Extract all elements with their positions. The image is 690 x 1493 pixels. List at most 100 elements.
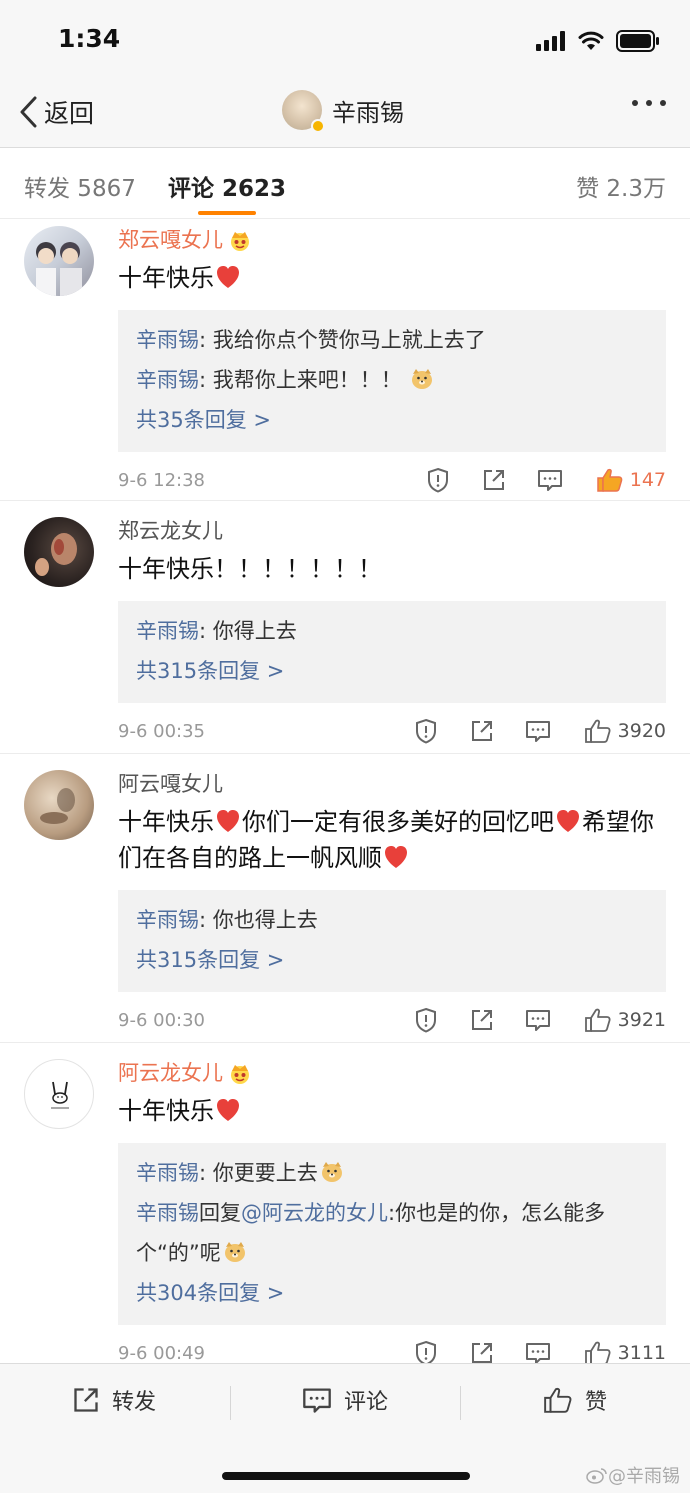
avatar-photo [36,242,82,296]
comment-label: 评论 [344,1390,389,1415]
watermark-text: @辛雨锡 [608,1466,680,1487]
comment-icon[interactable] [510,715,566,747]
report-icon[interactable] [410,464,466,496]
doge-emoji-icon [224,1242,245,1262]
tab-bar: 转发 5867 评论 2623 赞 2.3万 [0,149,690,219]
view-replies-link[interactable]: 共315条回复 > [136,651,648,691]
tab-likes[interactable]: 赞 2.3万 [576,169,666,203]
comment-text: 十年快乐 [118,1093,666,1129]
comment-icon[interactable] [510,1004,566,1036]
tab-reposts[interactable]: 转发 5867 [24,169,136,203]
heart-icon [385,845,407,868]
reply-author[interactable]: 辛雨锡 [136,1161,199,1185]
reply-text: 你更要上去 [212,1161,318,1185]
reply-author[interactable]: 辛雨锡 [136,368,199,392]
comment-item: 阿云嘎女儿 十年快乐 你们一定有很多美好的回忆吧 希望你们在各自的路上一帆风顺 辛雨… [0,754,690,1043]
reply-author[interactable]: 辛雨锡 [136,328,199,352]
reply-author[interactable]: 辛雨锡 [136,908,199,932]
battery-icon [616,30,659,52]
crown-icon [231,1065,249,1084]
like-post-button[interactable]: 赞 [543,1384,607,1416]
comment-item: 阿云龙女儿 十年快乐 辛雨锡: 你更要上去 辛雨锡回复@阿云龙的女儿:你也是的你… [0,1043,690,1366]
reply-author[interactable]: 辛雨锡 [136,1201,199,1225]
comment-author[interactable]: 郑云嘎女儿 [118,226,666,254]
reply-author[interactable]: 辛雨锡 [136,619,199,643]
reply-line: 辛雨锡回复@阿云龙的女儿:你也是的你，怎么能多个“的”呢 [136,1193,648,1273]
comment-text-content: 十年快乐 [118,264,214,292]
back-label: 返回 [44,99,95,128]
reply-text: 你得上去 [212,619,297,643]
comment-text-content: 十年快乐 [118,808,214,836]
avatar[interactable] [24,1059,94,1129]
comment-text-content: 十年快乐 [118,1097,214,1125]
reply-text: 你也得上去 [212,908,318,932]
comment-text: 十年快乐 你们一定有很多美好的回忆吧 希望你们在各自的路上一帆风顺 [118,804,666,876]
status-icons [536,30,660,52]
report-icon[interactable] [398,715,454,747]
avatar[interactable] [282,90,325,133]
wifi-icon [578,31,604,50]
doge-emoji-icon [412,369,433,389]
comment-author[interactable]: 阿云嘎女儿 [118,770,666,798]
reply-preview[interactable]: 辛雨锡: 我给你点个赞你马上就上去了 辛雨锡: 我帮你上来吧！！！ 共35条回复… [118,310,666,452]
home-indicator[interactable] [222,1472,470,1480]
verified-badge-icon [311,119,325,133]
share-icon[interactable] [466,464,522,496]
like-button[interactable]: 3920 [584,718,666,744]
comment-author-name: 阿云嘎女儿 [118,772,223,796]
repost-button[interactable]: 转发 [72,1384,156,1416]
comment-icon [303,1388,331,1413]
back-chevron-icon [20,96,37,128]
view-replies-link[interactable]: 共35条回复 > [136,400,648,440]
reply-text: 我给你点个赞你马上就上去了 [212,328,486,352]
tab-comments[interactable]: 评论 2623 [168,169,286,203]
like-label: 赞 [585,1390,608,1415]
reply-separator: 回复 [199,1201,241,1225]
avatar[interactable] [24,226,94,296]
report-icon[interactable] [398,1004,454,1036]
comment-text: 十年快乐 [118,260,666,296]
reply-preview[interactable]: 辛雨锡: 你得上去 共315条回复 > [118,601,666,703]
bottom-action-bar: 转发 评论 赞 @辛雨锡 [0,1363,690,1493]
comment-item: 郑云龙女儿 十年快乐！！！！！！！ 辛雨锡: 你得上去 共315条回复 > 9-… [0,501,690,754]
comment-icon[interactable] [522,464,578,496]
reply-separator: : [199,328,213,352]
reply-separator: : [199,1161,213,1185]
avatar[interactable] [24,517,94,587]
status-time: 1:34 [58,24,121,53]
signal-icon [536,31,565,51]
avatar-photo [51,1081,69,1109]
thumbs-up-icon [584,719,611,743]
comment-actions: 3921 [398,1004,666,1036]
reply-preview[interactable]: 辛雨锡: 你更要上去 辛雨锡回复@阿云龙的女儿:你也是的你，怎么能多个“的”呢 … [118,1143,666,1325]
comment-author[interactable]: 阿云龙女儿 [118,1059,666,1087]
reply-separator: : [199,619,213,643]
like-button[interactable]: 147 [596,467,666,493]
page-title: 辛雨锡 [332,98,404,127]
reply-line: 辛雨锡: 你也得上去 [136,900,648,940]
back-button[interactable]: 返回 [18,94,94,130]
watermark: @辛雨锡 [586,1462,680,1488]
comment-button[interactable]: 评论 [302,1384,388,1416]
divider [230,1386,231,1420]
avatar[interactable] [24,770,94,840]
share-icon[interactable] [454,1004,510,1036]
comment-text-content: 你们一定有很多美好的回忆吧 [242,808,554,836]
comment-author-name: 郑云龙女儿 [118,519,223,543]
view-replies-link[interactable]: 共304条回复 > [136,1273,648,1313]
like-button[interactable]: 3921 [584,1007,666,1033]
nav-profile[interactable]: 辛雨锡 [282,90,404,133]
comment-actions: 3920 [398,715,666,747]
avatar-photo [40,788,75,824]
comment-author[interactable]: 郑云龙女儿 [118,517,666,545]
share-icon[interactable] [454,715,510,747]
reply-preview[interactable]: 辛雨锡: 你也得上去 共315条回复 > [118,890,666,992]
avatar-photo [35,533,77,576]
reply-mention[interactable]: @阿云龙的女儿 [241,1201,388,1225]
thumbs-up-icon [584,1008,611,1032]
divider [460,1386,461,1420]
reply-separator: : [199,908,213,932]
view-replies-link[interactable]: 共315条回复 > [136,940,648,980]
more-dots-icon[interactable] [632,100,666,106]
nav-bar: 返回 辛雨锡 [0,82,690,148]
